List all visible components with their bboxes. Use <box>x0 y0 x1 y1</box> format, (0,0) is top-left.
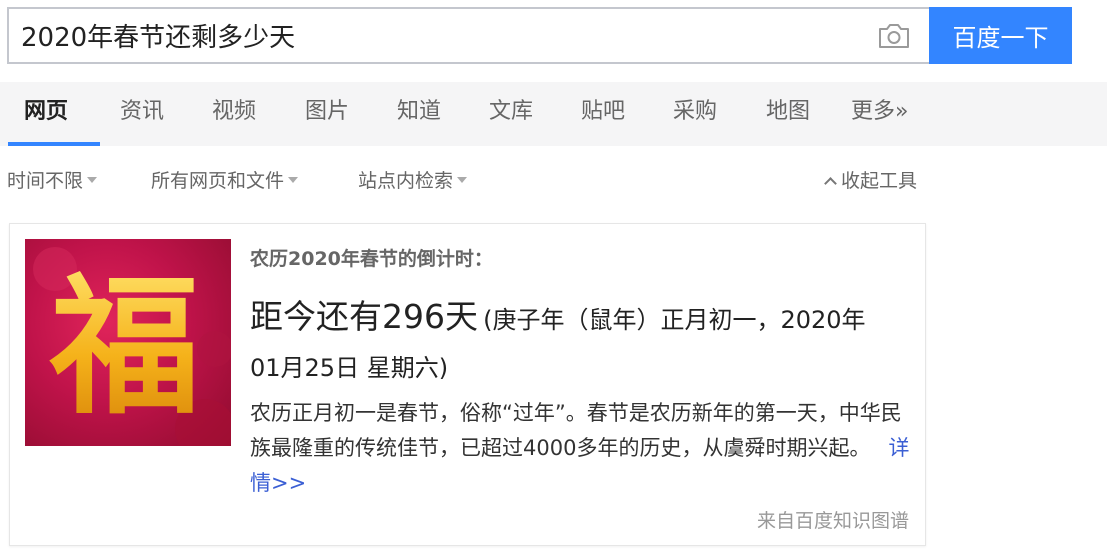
fu-image[interactable]: 福 <box>25 239 231 446</box>
countdown-detail: (庚子年（鼠年）正月初一，2020年 <box>483 306 866 334</box>
description-text: 农历正月初一是春节，俗称“过年”。春节是农历新年的第一天，中华民族最隆重的传统佳… <box>250 401 902 460</box>
search-button[interactable]: 百度一下 <box>929 7 1072 64</box>
tab-images[interactable]: 图片 <box>305 82 349 146</box>
tab-wenku[interactable]: 文库 <box>489 82 533 146</box>
tab-map[interactable]: 地图 <box>766 82 810 146</box>
tab-purchase[interactable]: 采购 <box>673 82 717 146</box>
countdown-result-card: 福 农历2020年春节的倒计时： 距今还有296天 (庚子年（鼠年）正月初一，2… <box>9 223 926 546</box>
collapse-tools-button[interactable]: 收起工具 <box>824 160 918 204</box>
countdown-days: 距今还有296天 <box>250 297 478 336</box>
file-filter-dropdown[interactable]: 所有网页和文件 <box>151 160 299 204</box>
tab-news[interactable]: 资讯 <box>120 82 164 146</box>
time-filter-label: 时间不限 <box>7 170 84 192</box>
chevron-up-icon <box>824 177 837 190</box>
search-bar: 百度一下 <box>0 0 1107 80</box>
caret-down-icon <box>457 177 468 183</box>
card-heading: 农历2020年春节的倒计时： <box>250 248 493 270</box>
tab-bar: 网页 资讯 视频 图片 知道 文库 贴吧 采购 地图 更多» <box>0 82 1107 146</box>
search-tools: 时间不限 所有网页和文件 站点内检索 收起工具 <box>0 160 940 204</box>
tab-tieba[interactable]: 贴吧 <box>581 82 625 146</box>
card-description: 农历正月初一是春节，俗称“过年”。春节是农历新年的第一天，中华民族最隆重的传统佳… <box>250 396 915 501</box>
search-input[interactable] <box>21 9 861 62</box>
caret-down-icon <box>288 177 299 183</box>
file-filter-label: 所有网页和文件 <box>151 170 285 192</box>
source-label: 来自百度知识图谱 <box>756 510 909 532</box>
tab-video[interactable]: 视频 <box>212 82 256 146</box>
countdown-date: 01月25日 星期六) <box>250 354 449 382</box>
tab-more[interactable]: 更多» <box>851 82 908 146</box>
search-box <box>7 7 929 64</box>
countdown-line: 距今还有296天 (庚子年（鼠年）正月初一，2020年 <box>250 290 866 338</box>
site-search-dropdown[interactable]: 站点内检索 <box>358 160 468 204</box>
site-search-label: 站点内检索 <box>358 170 454 192</box>
fu-character: 福 <box>49 259 200 435</box>
camera-icon[interactable] <box>877 22 911 50</box>
active-tab-indicator <box>8 142 100 146</box>
collapse-tools-label: 收起工具 <box>841 170 918 192</box>
caret-down-icon <box>87 177 98 183</box>
tab-zhidao[interactable]: 知道 <box>397 82 441 146</box>
time-filter-dropdown[interactable]: 时间不限 <box>7 160 98 204</box>
tab-web[interactable]: 网页 <box>24 82 68 146</box>
